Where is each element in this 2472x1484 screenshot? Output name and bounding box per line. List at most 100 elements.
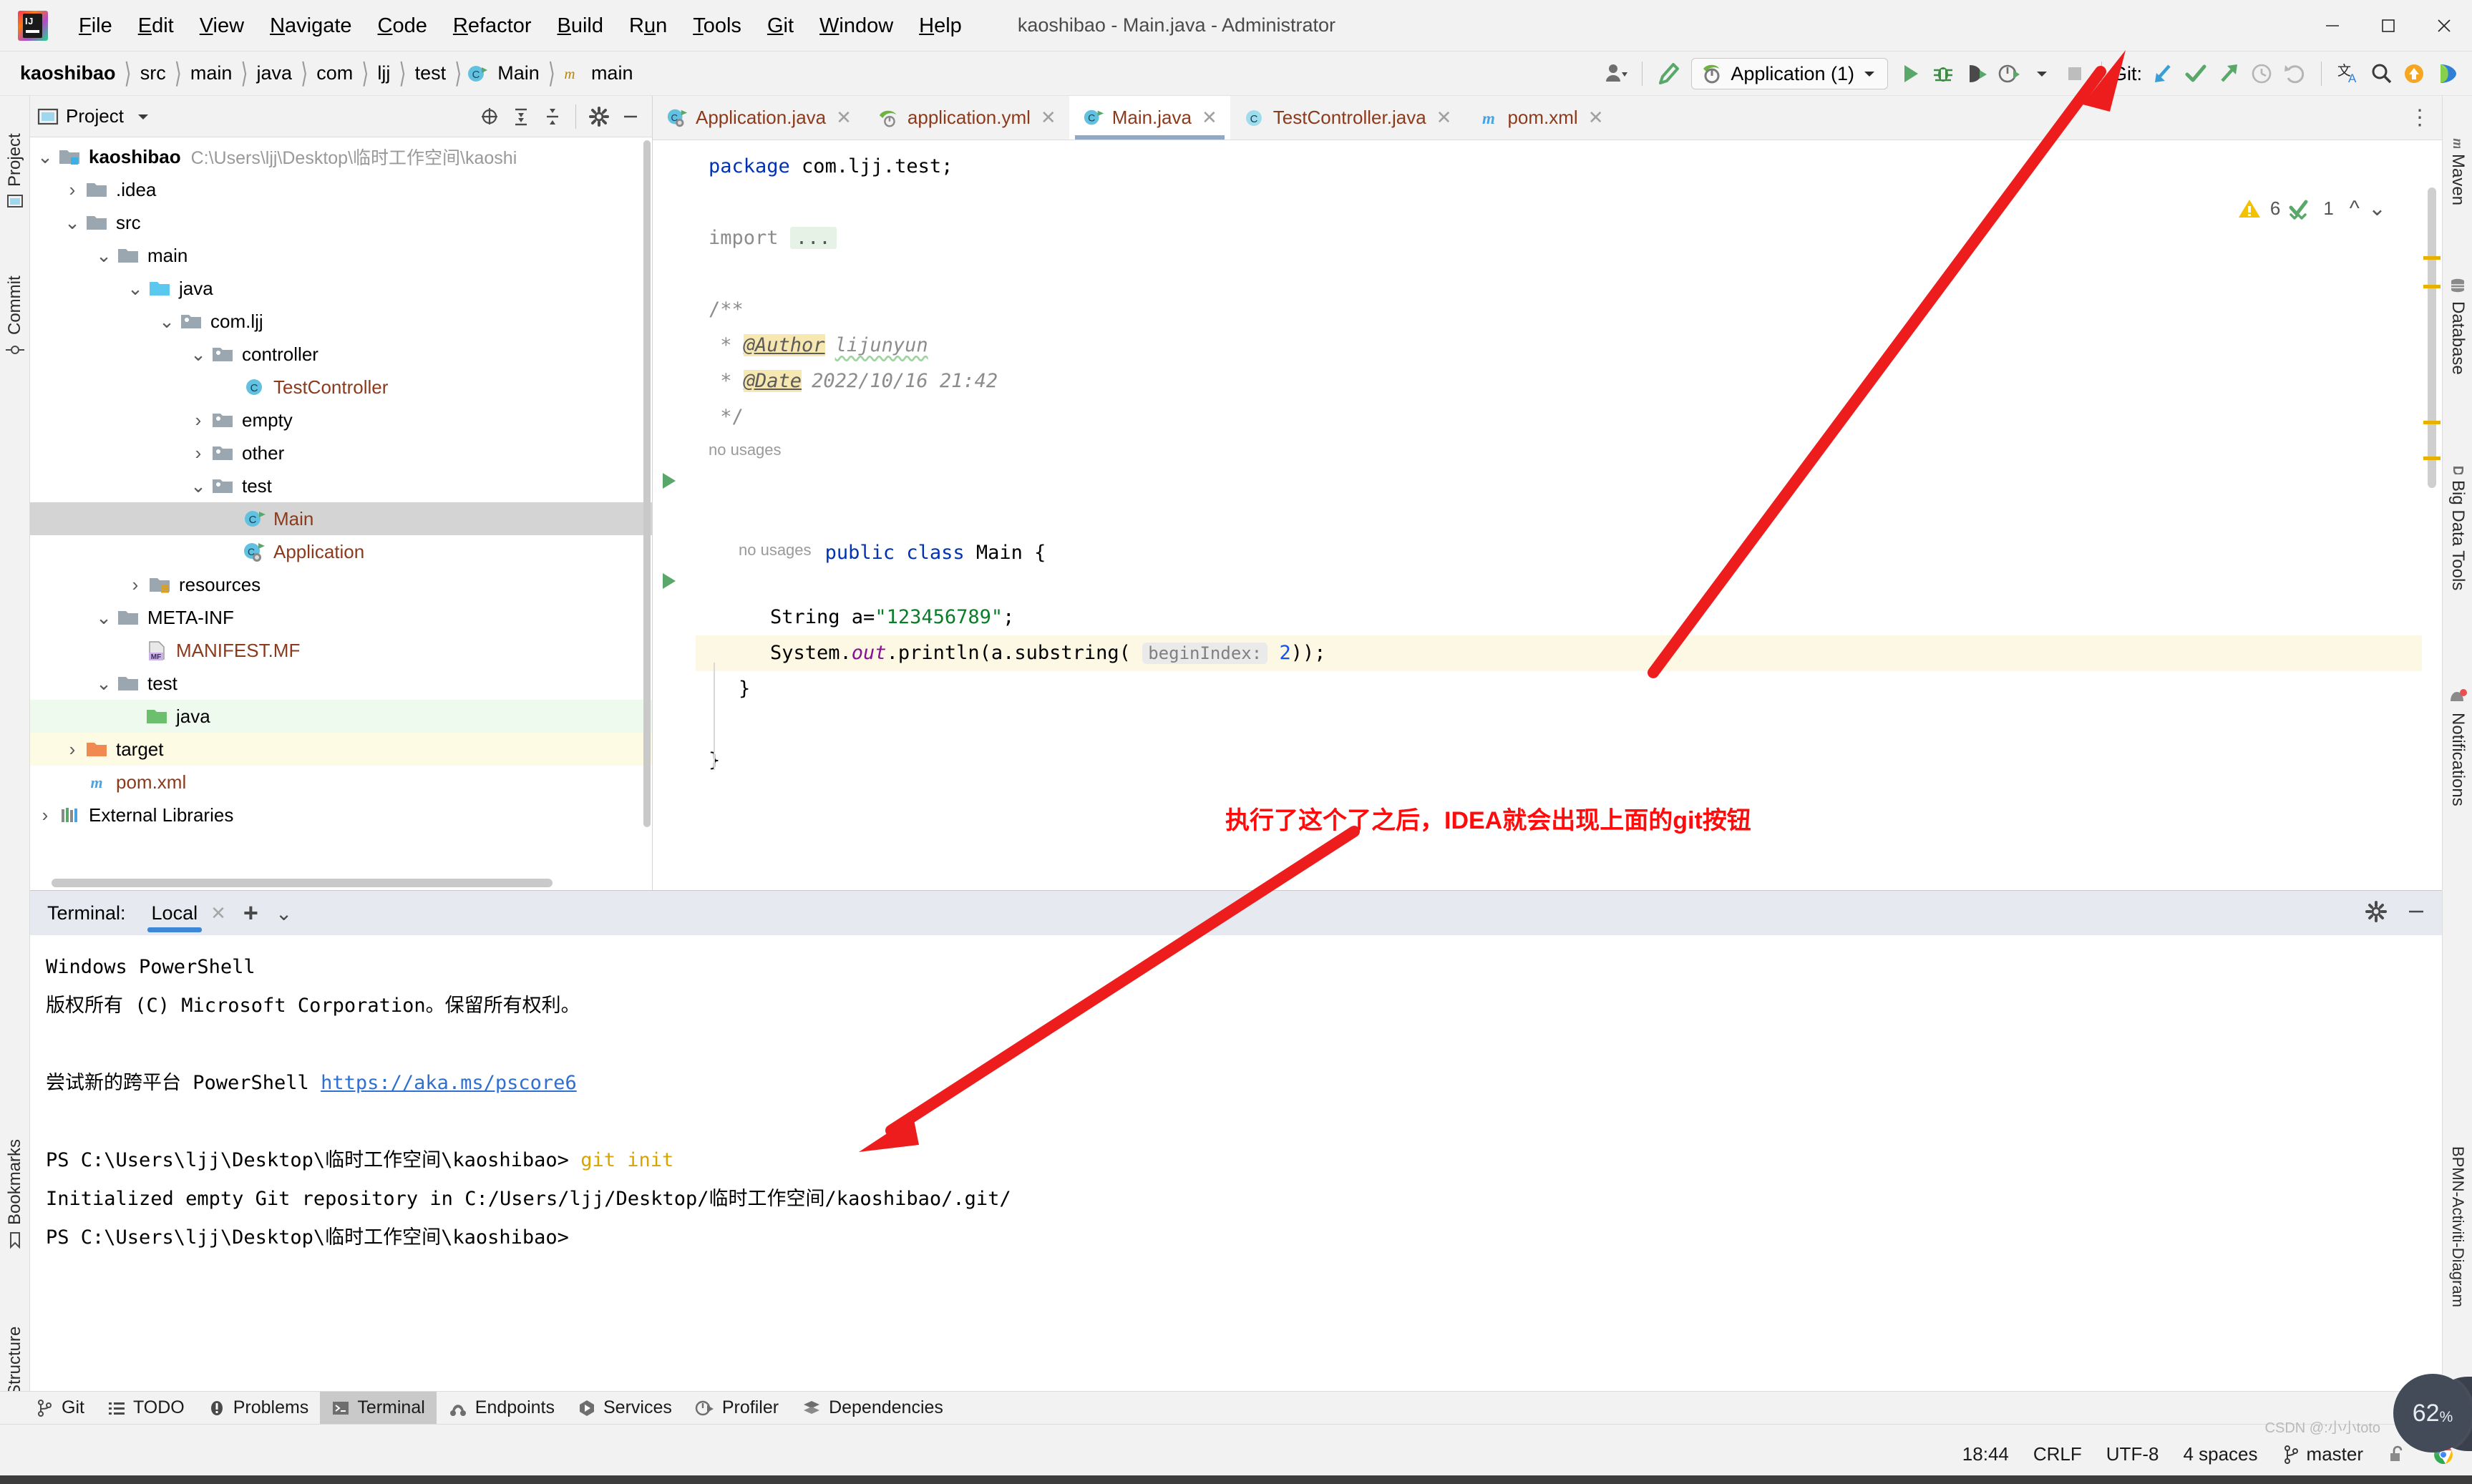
- tree-node-test-package[interactable]: ⌄ test: [30, 469, 652, 502]
- tool-button-terminal[interactable]: Terminal: [320, 1391, 437, 1425]
- tree-node-external-libraries[interactable]: › External Libraries: [30, 799, 652, 831]
- stripe-commit[interactable]: Commit: [0, 248, 30, 388]
- tab-Main-java[interactable]: C Main.java ✕: [1069, 96, 1230, 140]
- code-editor[interactable]: 6 1 ^ ⌄ package com.ljj.test; import ...…: [653, 140, 2442, 890]
- menu-run[interactable]: Run: [616, 9, 680, 43]
- tree-node-resources[interactable]: › resources: [30, 568, 652, 601]
- git-update-icon[interactable]: [2146, 57, 2179, 90]
- chevron-down-icon[interactable]: ⌄: [94, 607, 113, 628]
- stripe-notifications[interactable]: Notifications: [2443, 640, 2472, 854]
- tree-node-MANIFEST-MF[interactable]: MF MANIFEST.MF: [30, 634, 652, 667]
- breadcrumb-ljj[interactable]: ljj: [373, 61, 394, 86]
- minimize-button[interactable]: [2305, 0, 2360, 52]
- select-opened-file-icon[interactable]: [475, 102, 504, 131]
- ide-theme-icon[interactable]: [2430, 57, 2463, 90]
- stripe-bpmn[interactable]: BPMN-Activiti-Diagram: [2443, 1048, 2472, 1405]
- chevron-down-icon[interactable]: ⌄: [94, 245, 113, 266]
- tree-node-idea[interactable]: › .idea: [30, 173, 652, 206]
- stop-button[interactable]: [2058, 57, 2091, 90]
- chevron-down-icon[interactable]: ⌄: [276, 902, 292, 925]
- close-button[interactable]: [2416, 0, 2472, 52]
- tree-node-empty[interactable]: › empty: [30, 404, 652, 436]
- menu-build[interactable]: Build: [545, 9, 617, 43]
- debug-button[interactable]: [1927, 57, 1960, 90]
- breadcrumb-Main[interactable]: Main: [493, 61, 544, 86]
- maximize-button[interactable]: [2360, 0, 2416, 52]
- status-encoding[interactable]: UTF-8: [2106, 1443, 2159, 1465]
- close-icon[interactable]: ✕: [1202, 107, 1217, 129]
- git-history-icon[interactable]: [2245, 57, 2278, 90]
- chevron-down-icon[interactable]: ⌄: [157, 311, 176, 332]
- status-branch[interactable]: master: [2282, 1443, 2363, 1465]
- git-rollback-icon[interactable]: [2278, 57, 2311, 90]
- code-folded-imports[interactable]: ...: [789, 227, 837, 249]
- tab-application-yml[interactable]: application.yml ✕: [865, 96, 1069, 140]
- close-icon[interactable]: ✕: [1041, 107, 1056, 129]
- menu-git[interactable]: Git: [754, 9, 807, 43]
- stripe-bookmarks[interactable]: Bookmarks: [0, 1105, 30, 1284]
- breadcrumb-com[interactable]: com: [312, 61, 357, 86]
- new-terminal-tab-button[interactable]: +: [243, 898, 258, 928]
- git-push-icon[interactable]: [2212, 57, 2245, 90]
- run-gutter-icon[interactable]: [663, 473, 676, 489]
- profile-dropdown-icon[interactable]: [2025, 57, 2058, 90]
- editor-vertical-scrollbar[interactable]: [2422, 185, 2442, 890]
- breadcrumb-test[interactable]: test: [411, 61, 451, 86]
- build-hammer-icon[interactable]: [1653, 57, 1685, 90]
- project-vertical-scrollbar[interactable]: [643, 140, 651, 870]
- chevron-down-icon[interactable]: ⌄: [126, 278, 145, 299]
- run-with-coverage-button[interactable]: [1960, 57, 1992, 90]
- status-line-separator[interactable]: CRLF: [2033, 1443, 2082, 1465]
- menu-window[interactable]: Window: [807, 9, 906, 43]
- menu-code[interactable]: Code: [365, 9, 440, 43]
- close-icon[interactable]: ✕: [210, 902, 226, 924]
- terminal-link[interactable]: https://aka.ms/pscore6: [321, 1072, 577, 1094]
- tree-node-TestController[interactable]: C TestController: [30, 371, 652, 404]
- tab-Application-java[interactable]: C Application.java ✕: [653, 96, 865, 140]
- menu-view[interactable]: View: [187, 9, 257, 43]
- tool-button-todo[interactable]: TODO: [96, 1392, 196, 1425]
- tab-TestController-java[interactable]: C TestController.java ✕: [1230, 96, 1465, 140]
- run-configuration-selector[interactable]: Application (1): [1691, 58, 1888, 89]
- breadcrumb-java[interactable]: java: [253, 61, 297, 86]
- tree-node-controller[interactable]: ⌄ controller: [30, 338, 652, 371]
- close-icon[interactable]: ✕: [1436, 107, 1452, 129]
- chevron-down-icon[interactable]: [135, 109, 151, 125]
- collapse-all-icon[interactable]: [538, 102, 567, 131]
- chevron-right-icon[interactable]: ›: [36, 804, 54, 826]
- settings-gear-icon[interactable]: [2365, 900, 2388, 927]
- chevron-right-icon[interactable]: ›: [189, 442, 208, 464]
- chevron-down-icon[interactable]: ⌄: [189, 475, 208, 497]
- tree-node-src[interactable]: ⌄ src: [30, 206, 652, 239]
- tool-button-problems[interactable]: Problems: [196, 1392, 321, 1425]
- terminal-output[interactable]: Windows PowerShell 版权所有 (C) Microsoft Co…: [30, 935, 2442, 1390]
- close-icon[interactable]: ✕: [1588, 107, 1604, 129]
- chevron-down-icon[interactable]: ⌄: [189, 343, 208, 365]
- profile-button[interactable]: [1992, 57, 2025, 90]
- menu-file[interactable]: File: [66, 9, 125, 43]
- menu-navigate[interactable]: Navigate: [257, 9, 364, 43]
- menu-help[interactable]: Help: [906, 9, 975, 43]
- breadcrumb-kaoshibao[interactable]: kaoshibao: [16, 61, 120, 86]
- chevron-down-icon[interactable]: ⌄: [63, 212, 82, 233]
- tree-node-java-source-root[interactable]: ⌄ java: [30, 272, 652, 305]
- editor-gutter[interactable]: [653, 140, 696, 890]
- expand-all-icon[interactable]: [507, 102, 535, 131]
- breadcrumb-main-method[interactable]: main: [587, 61, 638, 86]
- stripe-project-icon-group[interactable]: Project: [0, 106, 30, 239]
- project-horizontal-scrollbar[interactable]: [52, 879, 646, 887]
- run-button[interactable]: [1894, 57, 1927, 90]
- menu-tools[interactable]: Tools: [680, 9, 754, 43]
- tool-button-git[interactable]: Git: [24, 1392, 96, 1425]
- status-indent[interactable]: 4 spaces: [2183, 1443, 2257, 1465]
- git-commit-icon[interactable]: [2179, 57, 2212, 90]
- tree-node-main[interactable]: ⌄ main: [30, 239, 652, 272]
- chevron-right-icon[interactable]: ›: [63, 179, 82, 200]
- code-content[interactable]: package com.ljj.test; import ... /** * @…: [663, 140, 2442, 890]
- settings-gear-icon[interactable]: [585, 102, 613, 131]
- tree-node-other[interactable]: › other: [30, 436, 652, 469]
- menu-edit[interactable]: Edit: [125, 9, 187, 43]
- chevron-right-icon[interactable]: ›: [189, 409, 208, 431]
- tree-node-com-ljj[interactable]: ⌄ com.ljj: [30, 305, 652, 338]
- stripe-bigdatatools[interactable]: D Big Data Tools: [2443, 419, 2472, 627]
